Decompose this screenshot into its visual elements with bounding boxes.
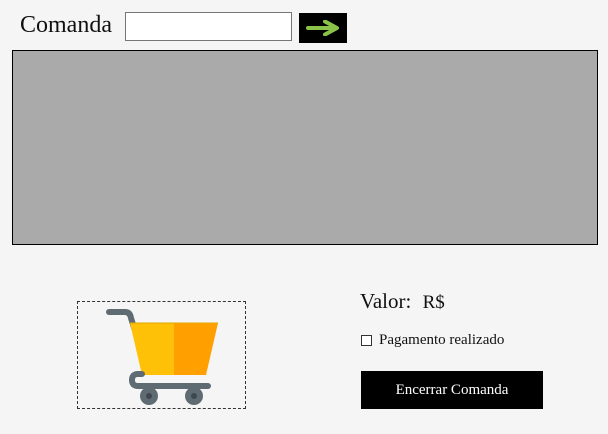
submit-comanda-button[interactable] bbox=[299, 13, 347, 43]
cart-button[interactable] bbox=[77, 301, 246, 409]
shopping-cart-icon bbox=[106, 309, 218, 405]
payment-label: Pagamento realizado bbox=[379, 331, 505, 348]
comanda-label: Comanda bbox=[20, 12, 112, 38]
right-arrow-icon bbox=[306, 20, 339, 36]
items-list-panel[interactable] bbox=[12, 50, 598, 245]
payment-checkbox[interactable] bbox=[361, 334, 372, 346]
valor-label: Valor: bbox=[360, 289, 412, 313]
close-comanda-button[interactable]: Encerrar Comanda bbox=[361, 371, 543, 409]
valor-row: Valor: R$ bbox=[360, 288, 445, 316]
valor-currency: R$ bbox=[422, 292, 445, 313]
comanda-input[interactable] bbox=[125, 12, 292, 41]
payment-row[interactable]: Pagamento realizado bbox=[360, 330, 504, 350]
